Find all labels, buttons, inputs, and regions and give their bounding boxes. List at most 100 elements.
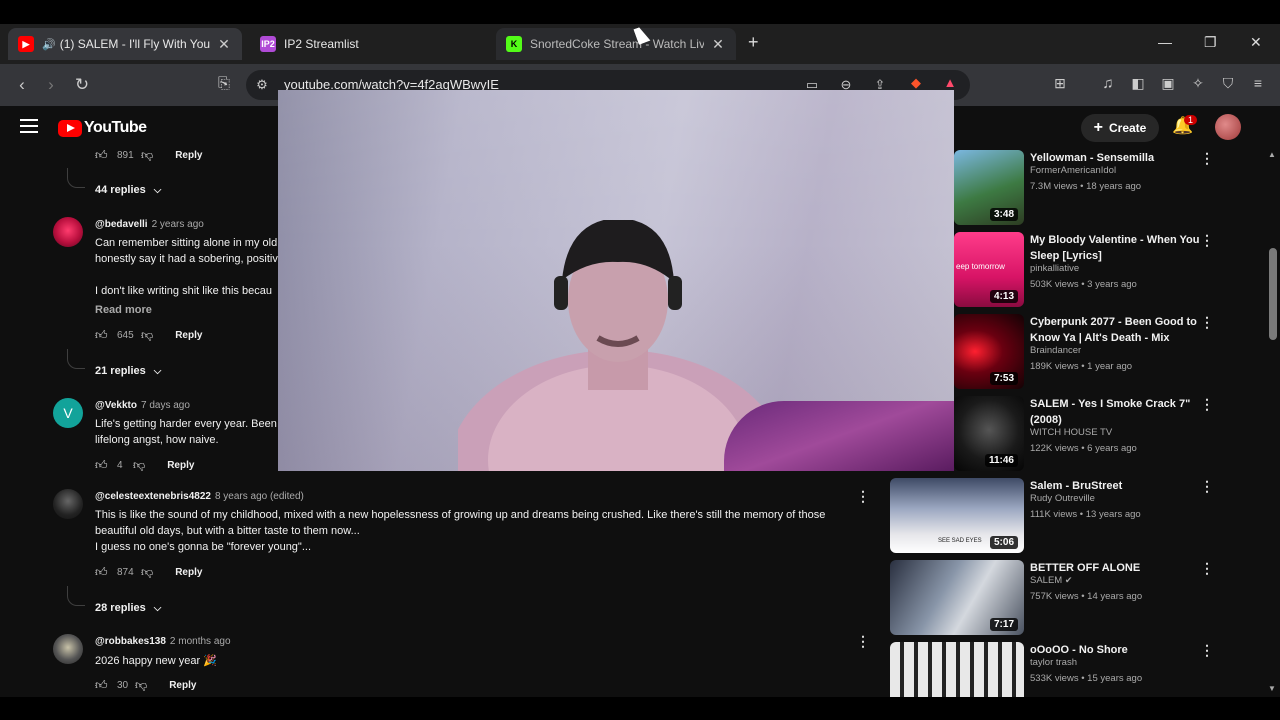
video-thumbnail[interactable]: 7:17 [890, 560, 1024, 635]
video-more-icon[interactable]: ⋮ [1200, 560, 1214, 577]
account-avatar[interactable] [1215, 114, 1241, 140]
scroll-down-arrow-icon[interactable]: ▼ [1268, 684, 1276, 693]
close-tab-icon[interactable]: ✕ [710, 36, 726, 53]
channel-name[interactable]: Rudy Outreville [1030, 493, 1095, 504]
brave-shields-icon[interactable]: ◆ [906, 75, 926, 91]
dislike-icon[interactable]: 👎︎ [135, 678, 147, 693]
hamburger-menu-icon[interactable] [20, 119, 38, 133]
video-title[interactable]: Cyberpunk 2077 - Been Good to Know Ya | … [1030, 314, 1200, 346]
commenter-avatar[interactable] [53, 489, 83, 519]
recommended-video[interactable]: SEE SAD EYES 5:06 Salem - BruStreet Rudy… [890, 478, 1230, 556]
like-icon[interactable]: 👍︎ [95, 678, 111, 693]
reply-button[interactable]: Reply [175, 330, 202, 341]
leo-ai-icon[interactable]: ✧ [1188, 75, 1208, 92]
video-title[interactable]: Yellowman - Sensemilla [1030, 150, 1200, 166]
wallet-icon[interactable]: ▣ [1158, 75, 1178, 92]
video-more-icon[interactable]: ⋮ [1200, 478, 1214, 495]
channel-name[interactable]: WITCH HOUSE TV [1030, 427, 1112, 438]
reload-icon[interactable]: ↻ [72, 75, 92, 95]
video-thumbnail[interactable]: 7:53 [954, 314, 1024, 389]
reply-button[interactable]: Reply [175, 567, 202, 578]
comment-text-line: Can remember sitting alone in my old [95, 237, 278, 249]
tab-title: IP2 Streamlist [284, 37, 359, 51]
video-more-icon[interactable]: ⋮ [1200, 150, 1214, 167]
like-icon[interactable]: 👍︎ [95, 565, 111, 580]
media-controls-icon[interactable]: ♫ [1098, 75, 1118, 92]
dislike-icon[interactable]: 👎︎ [141, 565, 153, 580]
video-title[interactable]: BETTER OFF ALONE [1030, 560, 1200, 576]
video-thumbnail[interactable]: 3:48 [954, 150, 1024, 225]
minimize-icon[interactable]: — [1158, 34, 1172, 50]
tab-ip2-streamlist[interactable]: IP2 IP2 Streamlist [250, 28, 484, 60]
restore-icon[interactable]: ❐ [1204, 34, 1217, 51]
new-tab-icon[interactable]: + [748, 32, 759, 53]
create-button[interactable]: + Create [1081, 114, 1159, 142]
audio-playing-icon[interactable]: 🔊 [42, 38, 56, 51]
channel-name[interactable]: SALEM ✔ [1030, 575, 1072, 586]
channel-name[interactable]: FormerAmericanIdol [1030, 165, 1116, 176]
picture-in-picture-video[interactable] [278, 90, 954, 471]
comment-text-line: I don't like writing shit like this beca… [95, 285, 272, 297]
video-thumbnail[interactable]: 11:46 [954, 396, 1024, 471]
channel-name[interactable]: taylor trash [1030, 657, 1077, 668]
view-replies-button[interactable]: 44 replies ⌵ [95, 184, 161, 196]
video-duration: 7:17 [989, 618, 1018, 631]
reply-button[interactable]: Reply [169, 680, 196, 691]
view-replies-button[interactable]: 28 replies ⌵ [95, 602, 161, 614]
reply-button[interactable]: Reply [167, 460, 194, 471]
dislike-icon[interactable]: 👎︎ [133, 458, 145, 473]
brave-rewards-icon[interactable]: ▲ [940, 75, 960, 90]
video-title[interactable]: My Bloody Valentine - When You Sleep [Ly… [1030, 232, 1200, 264]
page-scrollbar[interactable] [1268, 150, 1280, 697]
thread-connector [67, 349, 85, 369]
comment-actions: 👍︎ 891 👎︎ Reply [95, 148, 202, 163]
video-thumbnail[interactable]: eep tomorrow 4:13 [954, 232, 1024, 307]
vpn-icon[interactable]: ⛉ [1218, 75, 1238, 92]
video-title[interactable]: Salem - BruStreet [1030, 478, 1200, 494]
comment-author[interactable]: @Vekkto 7 days ago [95, 400, 190, 411]
tab-youtube[interactable]: ▶ 🔊 (1) SALEM - I'll Fly With You / ✕ [8, 28, 242, 60]
commenter-avatar[interactable]: V [53, 398, 83, 428]
youtube-logo[interactable]: YouTube [58, 119, 147, 137]
back-icon[interactable]: ‹ [12, 75, 32, 95]
like-icon[interactable]: 👍︎ [95, 458, 111, 473]
video-more-icon[interactable]: ⋮ [1200, 314, 1214, 331]
comment-author[interactable]: @bedavelli 2 years ago [95, 219, 204, 230]
video-more-icon[interactable]: ⋮ [1200, 396, 1214, 413]
sidebar-icon[interactable]: ◧ [1128, 75, 1148, 92]
commenter-avatar[interactable] [53, 634, 83, 664]
channel-name-text: SALEM [1030, 575, 1063, 586]
like-icon[interactable]: 👍︎ [95, 328, 111, 343]
tab-kick-stream[interactable]: K SnortedCoke Stream - Watch Live ✕ [496, 28, 736, 60]
comment-more-icon[interactable]: ⋮ [856, 633, 870, 650]
menu-icon[interactable]: ≡ [1248, 75, 1268, 91]
video-title[interactable]: oOoOO - No Shore [1030, 642, 1200, 658]
comment-author[interactable]: @robbakes138 2 months ago [95, 636, 231, 647]
comment-more-icon[interactable]: ⋮ [856, 488, 870, 505]
commenter-avatar[interactable] [53, 217, 83, 247]
video-title[interactable]: SALEM - Yes I Smoke Crack 7" (2008) [1030, 396, 1200, 428]
close-window-icon[interactable]: ✕ [1250, 34, 1262, 51]
video-more-icon[interactable]: ⋮ [1200, 232, 1214, 249]
channel-name[interactable]: Braindancer [1030, 345, 1081, 356]
forward-icon[interactable]: › [41, 75, 61, 95]
dislike-icon[interactable]: 👎︎ [141, 328, 153, 343]
like-count: 30 [117, 680, 129, 691]
video-thumbnail[interactable]: SEE SAD EYES 5:06 [890, 478, 1024, 553]
scroll-up-arrow-icon[interactable]: ▲ [1268, 150, 1276, 159]
comment-author[interactable]: @celesteextenebris4822 8 years ago (edite… [95, 491, 304, 502]
channel-name[interactable]: pinkalliative [1030, 263, 1079, 274]
reply-button[interactable]: Reply [175, 150, 202, 161]
recommended-video[interactable]: 7:17 BETTER OFF ALONE SALEM ✔ 757K views… [890, 560, 1230, 638]
like-icon[interactable]: 👍︎ [95, 148, 111, 163]
site-settings-icon[interactable]: ⚙ [252, 77, 272, 93]
tab-search-icon[interactable]: ⊞ [1050, 75, 1070, 92]
close-tab-icon[interactable]: ✕ [216, 36, 232, 53]
read-more-link[interactable]: Read more [95, 304, 152, 316]
bookmark-icon[interactable]: ⎘ [214, 75, 234, 92]
video-duration: 5:06 [989, 536, 1018, 549]
video-more-icon[interactable]: ⋮ [1200, 642, 1214, 659]
view-replies-button[interactable]: 21 replies ⌵ [95, 365, 161, 377]
dislike-icon[interactable]: 👎︎ [141, 148, 153, 163]
scrollbar-thumb[interactable] [1269, 248, 1277, 340]
